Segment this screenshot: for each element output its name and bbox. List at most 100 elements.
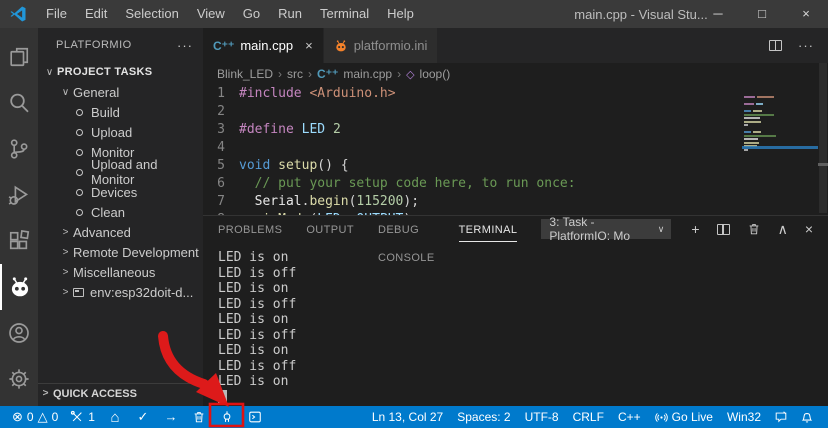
menu-file[interactable]: File	[37, 6, 76, 21]
terminal-output[interactable]: LED is onLED is offLED is onLED is offLE…	[203, 242, 828, 405]
tree-item-clean[interactable]: Clean	[38, 202, 203, 222]
language-mode[interactable]: C++	[611, 410, 648, 424]
breadcrumb-file[interactable]: main.cpp	[343, 67, 392, 81]
editor-area: C⁺⁺ main.cpp × platformio.ini	[203, 28, 828, 406]
close-panel-icon[interactable]: ×	[805, 221, 813, 237]
code-text: #include <Arduino.h>	[239, 85, 396, 103]
minimap-row	[744, 128, 816, 130]
panel-tab-terminal[interactable]: TERMINAL	[459, 216, 518, 242]
token: #define	[239, 122, 294, 137]
line-number: 7	[203, 193, 239, 211]
extensions-icon[interactable]	[0, 218, 38, 264]
token	[294, 122, 302, 137]
code-text: // put your setup code here, to run once…	[239, 175, 576, 193]
chevron-down-icon: ∨	[658, 224, 665, 235]
pio-new-terminal-button[interactable]	[241, 406, 269, 428]
kill-terminal-icon[interactable]	[747, 222, 761, 236]
new-terminal-icon[interactable]: +	[691, 221, 699, 237]
pio-home-button[interactable]: ⌂	[101, 406, 129, 428]
check-icon: ✓	[138, 406, 149, 428]
code-editor[interactable]: 1#include <Arduino.h>23#define LED 245vo…	[203, 85, 828, 215]
panel-tab-problems[interactable]: PROBLEMS	[218, 216, 282, 242]
menu-go[interactable]: Go	[234, 6, 269, 21]
pio-upload-button[interactable]: →	[157, 406, 185, 428]
task-circle-icon	[76, 209, 83, 216]
menu-run[interactable]: Run	[269, 6, 311, 21]
minimize-button[interactable]: ─	[696, 0, 740, 28]
tree-item-advanced[interactable]: >Advanced	[38, 222, 203, 242]
token: begin	[309, 194, 348, 209]
eol-sequence[interactable]: CRLF	[566, 410, 611, 424]
panel-tab-output[interactable]: OUTPUT	[306, 216, 354, 242]
run-debug-icon[interactable]	[0, 172, 38, 218]
tab-main-cpp[interactable]: C⁺⁺ main.cpp ×	[203, 28, 323, 63]
tree-item-build[interactable]: Build	[38, 102, 203, 122]
task-circle-icon	[76, 149, 83, 156]
close-tab-icon[interactable]: ×	[305, 38, 313, 53]
terminal-icon	[248, 410, 262, 424]
breadcrumb-project[interactable]: Blink_LED	[217, 67, 273, 81]
menu-terminal[interactable]: Terminal	[311, 6, 378, 21]
quick-access-section[interactable]: > QUICK ACCESS	[38, 383, 203, 403]
breadcrumb: Blink_LED › src › C⁺⁺ main.cpp › ◇ loop(…	[203, 63, 828, 85]
notifications-button[interactable]	[794, 406, 820, 428]
platformio-icon[interactable]	[0, 264, 38, 310]
status-bar-right: Ln 13, Col 27 Spaces: 2 UTF-8 CRLF C++ G…	[365, 406, 828, 428]
chevron-down-icon: ∨	[42, 67, 57, 78]
pio-build-button[interactable]: ✓	[129, 406, 157, 428]
encoding[interactable]: UTF-8	[518, 410, 566, 424]
platform-toolset[interactable]: Win32	[720, 410, 768, 424]
platformio-issues-indicator[interactable]: 1	[64, 406, 101, 428]
breadcrumb-symbol[interactable]: loop()	[420, 67, 451, 81]
minimap[interactable]	[744, 96, 816, 152]
tree-item-general[interactable]: ∨General	[38, 82, 203, 102]
menu-help[interactable]: Help	[378, 6, 423, 21]
panel-tab-debug-console[interactable]: DEBUG CONSOLE	[378, 216, 435, 242]
minimap-segment	[744, 135, 776, 137]
pio-clean-button[interactable]	[185, 406, 213, 428]
terminal-selector-dropdown[interactable]: 3: Task - PlatformIO: Mo ∨	[541, 219, 671, 239]
tree-item-remote-development[interactable]: >Remote Development	[38, 242, 203, 262]
minimap-row	[744, 138, 816, 140]
feedback-icon	[774, 410, 788, 424]
minimap-segment	[744, 142, 759, 144]
source-control-icon[interactable]	[0, 126, 38, 172]
chevron-right-icon: ›	[278, 67, 282, 81]
token: );	[403, 194, 419, 209]
tab-platformio-ini[interactable]: platformio.ini	[324, 28, 438, 63]
search-icon[interactable]	[0, 80, 38, 126]
line-number: 2	[203, 103, 239, 121]
problems-indicator[interactable]: ⊗ 0 △ 0	[6, 406, 64, 428]
close-button[interactable]: ×	[784, 0, 828, 28]
tree-item-miscellaneous[interactable]: >Miscellaneous	[38, 262, 203, 282]
tree-item-project-tasks[interactable]: ∨PROJECT TASKS	[38, 62, 203, 82]
menu-selection[interactable]: Selection	[116, 6, 187, 21]
go-live-button[interactable]: Go Live	[648, 410, 720, 424]
quick-access-label: QUICK ACCESS	[53, 388, 137, 400]
breadcrumb-folder[interactable]: src	[287, 67, 303, 81]
maximize-panel-icon[interactable]: ∧	[778, 221, 788, 238]
token: // put your setup code here, to run once…	[255, 176, 576, 191]
feedback-button[interactable]	[768, 406, 794, 428]
pio-serial-monitor-button[interactable]	[213, 406, 241, 428]
cursor-position[interactable]: Ln 13, Col 27	[365, 410, 450, 424]
indentation[interactable]: Spaces: 2	[450, 410, 517, 424]
menu-view[interactable]: View	[188, 6, 234, 21]
maximize-button[interactable]: □	[740, 0, 784, 28]
token: 115200	[356, 194, 403, 209]
editor-scrollbar[interactable]	[818, 63, 828, 215]
tree-item-upload[interactable]: Upload	[38, 122, 203, 142]
split-editor-icon[interactable]	[769, 40, 782, 51]
explorer-icon[interactable]	[0, 34, 38, 80]
panel-actions: + ∧ ×	[671, 221, 828, 238]
more-actions-icon[interactable]: ···	[798, 38, 814, 53]
minimap-segment	[744, 96, 755, 98]
menu-edit[interactable]: Edit	[76, 6, 116, 21]
split-terminal-icon[interactable]	[717, 224, 730, 235]
accounts-icon[interactable]	[0, 310, 38, 356]
tree-item-env-esp32doit-d-[interactable]: >env:esp32doit-d...	[38, 282, 203, 302]
sidebar-more-icon[interactable]: ···	[177, 38, 193, 53]
line-number: 4	[203, 139, 239, 157]
settings-gear-icon[interactable]	[0, 356, 38, 402]
tree-item-upload-and-monitor[interactable]: Upload and Monitor	[38, 162, 203, 182]
